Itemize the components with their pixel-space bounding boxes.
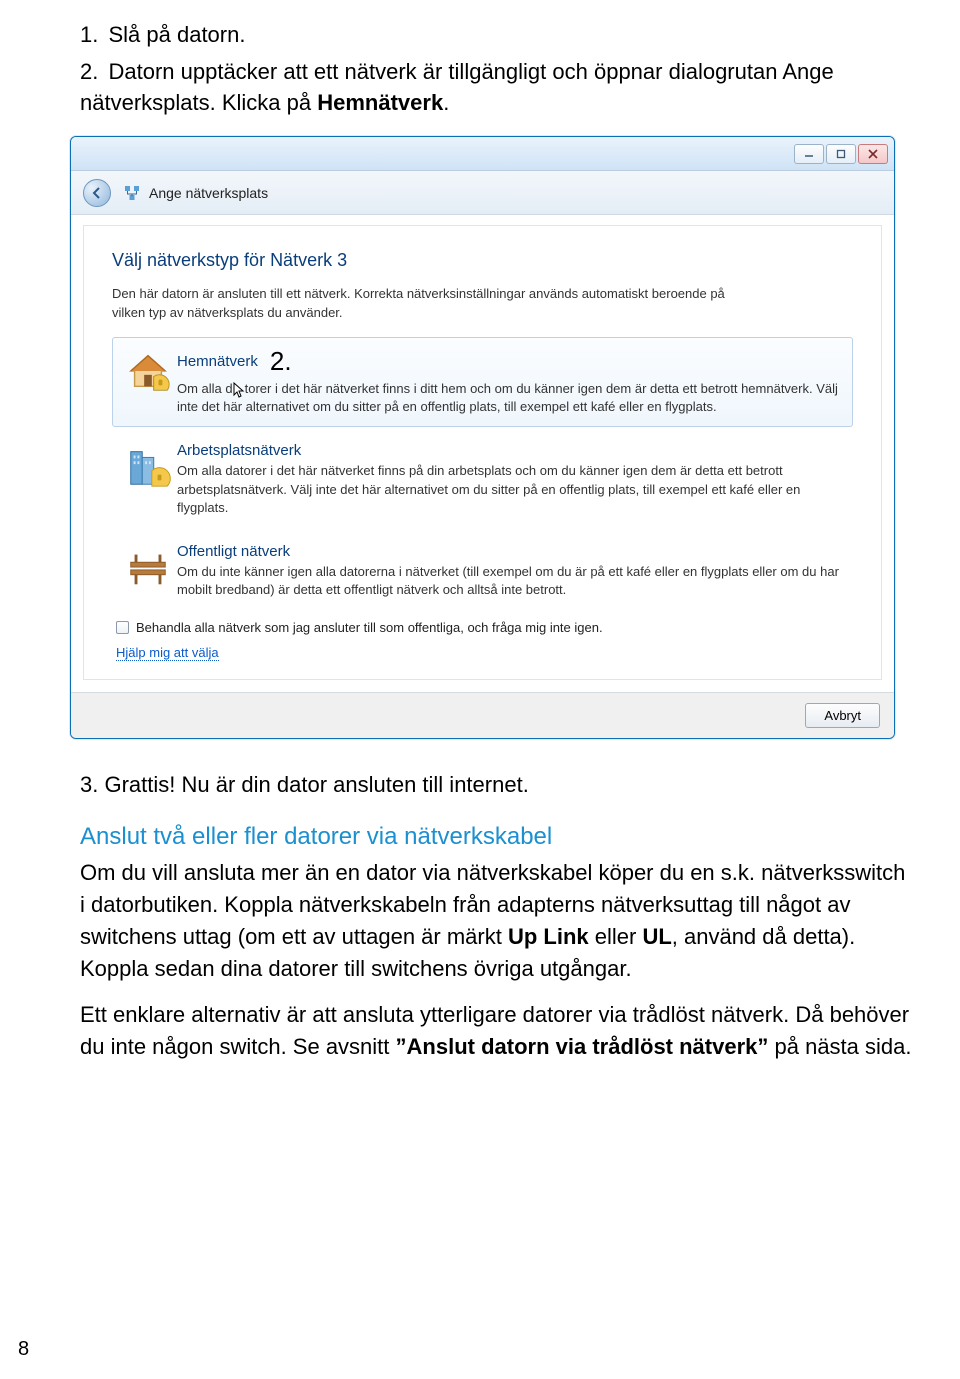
option-public-network[interactable]: Offentligt nätverk Om du inte känner ige… bbox=[112, 534, 853, 610]
section-heading: Anslut två eller ﬂer datorer via nätverk… bbox=[80, 823, 915, 851]
dialog-title: Ange nätverksplats bbox=[149, 185, 268, 201]
option-work-network[interactable]: Arbetsplatsnätverk Om alla datorer i det… bbox=[112, 433, 853, 528]
network-location-dialog: Ange nätverksplats Välj nätverkstyp för … bbox=[70, 136, 895, 739]
p2-bold: ”Anslut datorn via trådlöst nätverk” bbox=[396, 1034, 769, 1059]
bench-icon bbox=[119, 543, 177, 599]
option-public-text: Om du inte känner igen alla datorerna i … bbox=[177, 563, 842, 599]
p2-b: på nästa sida. bbox=[768, 1034, 911, 1059]
option-home-title: Hemnätverk bbox=[177, 353, 258, 370]
dialog-screenshot: Ange nätverksplats Välj nätverkstyp för … bbox=[70, 136, 915, 739]
step3-num: 3. bbox=[80, 772, 98, 797]
office-icon bbox=[119, 442, 177, 517]
step2-num: 2. bbox=[80, 59, 98, 84]
option-home-network[interactable]: Hemnätverk 2. Om alla dtorer i det här n… bbox=[112, 337, 853, 427]
cursor-icon bbox=[233, 382, 245, 398]
annotation-2: 2. bbox=[270, 346, 292, 377]
step2-text-b: . bbox=[443, 90, 449, 115]
titlebar bbox=[71, 137, 894, 171]
minimize-button[interactable] bbox=[794, 144, 824, 164]
checkbox-label: Behandla alla nätverk som jag ansluter t… bbox=[136, 620, 603, 635]
maximize-button[interactable] bbox=[826, 144, 856, 164]
paragraph-1: Om du vill ansluta mer än en dator via n… bbox=[80, 857, 915, 985]
dialog-footer: Avbryt bbox=[71, 692, 894, 738]
page-number: 8 bbox=[18, 1338, 29, 1361]
step1-text: Slå på datorn. bbox=[108, 22, 245, 47]
checkbox-row[interactable]: Behandla alla nätverk som jag ansluter t… bbox=[116, 620, 853, 635]
dialog-header: Ange nätverksplats bbox=[71, 171, 894, 215]
step2-text-a: Datorn upptäcker att ett nätverk är till… bbox=[80, 59, 834, 115]
step3-text: Grattis! Nu är din dator ansluten till i… bbox=[104, 772, 528, 797]
step-2: 2. Datorn upptäcker att ett nätverk är t… bbox=[80, 57, 915, 119]
cancel-button[interactable]: Avbryt bbox=[805, 703, 880, 728]
back-button[interactable] bbox=[83, 179, 111, 207]
intro-steps: 1. Slå på datorn. 2. Datorn upptäcker at… bbox=[80, 20, 915, 118]
step1-num: 1. bbox=[80, 22, 98, 47]
step-1: 1. Slå på datorn. bbox=[80, 20, 915, 51]
paragraph-2: Ett enklare alternativ är att ansluta yt… bbox=[80, 999, 915, 1063]
option-work-text: Om alla datorer i det här nätverket finn… bbox=[177, 462, 842, 517]
p1-b: eller bbox=[589, 924, 643, 949]
p1-bold1: Up Link bbox=[508, 924, 589, 949]
option-work-title: Arbetsplatsnätverk bbox=[177, 442, 301, 459]
dialog-heading: Välj nätverkstyp för Nätverk 3 bbox=[112, 250, 853, 271]
home-icon bbox=[119, 346, 177, 416]
dialog-content: Välj nätverkstyp för Nätverk 3 Den här d… bbox=[83, 225, 882, 680]
step2-bold: Hemnätverk bbox=[317, 90, 443, 115]
option-home-text: Om alla dtorer i det här nätverket finns… bbox=[177, 380, 842, 416]
option-public-title: Offentligt nätverk bbox=[177, 543, 290, 560]
help-link[interactable]: Hjälp mig att välja bbox=[116, 645, 219, 661]
step-3: 3. Grattis! Nu är din dator ansluten til… bbox=[80, 769, 915, 801]
p1-bold2: UL bbox=[642, 924, 671, 949]
checkbox-icon[interactable] bbox=[116, 621, 129, 634]
after-dialog: 3. Grattis! Nu är din dator ansluten til… bbox=[80, 769, 915, 801]
dialog-description: Den här datorn är ansluten till ett nätv… bbox=[112, 285, 752, 323]
network-icon bbox=[123, 184, 141, 202]
close-button[interactable] bbox=[858, 144, 888, 164]
